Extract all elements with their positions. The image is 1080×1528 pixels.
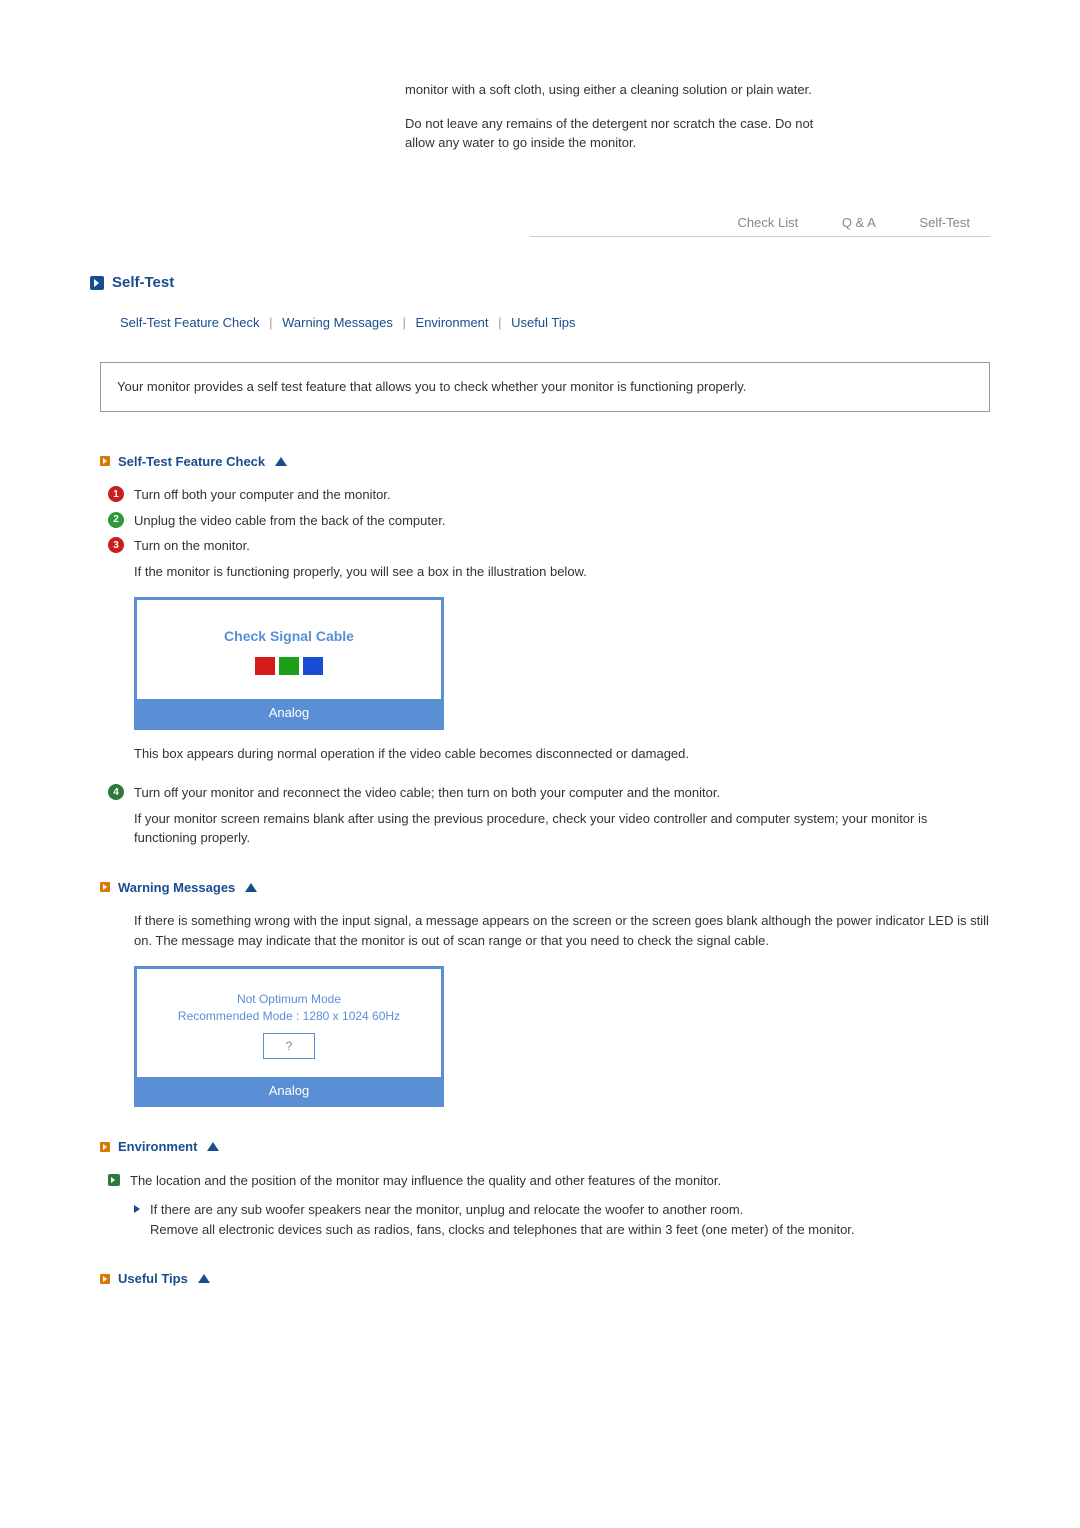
up-arrow-icon[interactable] [198, 1274, 210, 1283]
anchor-tips[interactable]: Useful Tips [511, 315, 575, 330]
subsection-environment: Environment The location and the positio… [100, 1137, 990, 1239]
subsection-self-test: Self-Test Feature Check 1 Turn off both … [100, 452, 990, 848]
optimum-q: ? [263, 1033, 316, 1059]
step-3-detail: If the monitor is functioning properly, … [134, 562, 990, 582]
tab-qa[interactable]: Q & A [822, 213, 896, 233]
env-sub-1: If there are any sub woofer speakers nea… [150, 1200, 990, 1239]
up-arrow-icon[interactable] [275, 457, 287, 466]
step-1-text: Turn off both your computer and the moni… [134, 485, 990, 505]
green-bullet-icon [108, 1174, 120, 1186]
step-2-icon: 2 [108, 512, 124, 528]
bullet-icon [100, 456, 110, 466]
optimum-line1: Not Optimum Mode [153, 991, 425, 1008]
tips-title: Useful Tips [118, 1269, 188, 1289]
step-4-icon: 4 [108, 784, 124, 800]
blue-square-icon [303, 657, 323, 675]
subsection-tips: Useful Tips [100, 1269, 990, 1289]
optimum-footer: Analog [137, 1077, 441, 1105]
tabs-underline [530, 236, 990, 237]
step-3-icon: 3 [108, 537, 124, 553]
section-title: Self-Test [112, 272, 174, 295]
red-square-icon [255, 657, 275, 675]
up-arrow-icon[interactable] [207, 1142, 219, 1151]
after-box-text: This box appears during normal operation… [134, 744, 990, 764]
bullet-icon [100, 1274, 110, 1284]
anchor-warning[interactable]: Warning Messages [282, 315, 393, 330]
subsection-warning: Warning Messages If there is something w… [100, 878, 990, 1108]
anchor-environment[interactable]: Environment [416, 315, 489, 330]
info-box: Your monitor provides a self test featur… [100, 362, 990, 412]
sub-arrow-icon [134, 1205, 140, 1213]
optimum-mode-box: Not Optimum Mode Recommended Mode : 1280… [134, 966, 444, 1107]
intro-paragraph-1: monitor with a soft cloth, using either … [405, 80, 825, 100]
anchor-links: Self-Test Feature Check | Warning Messag… [120, 313, 990, 333]
check-signal-box: Check Signal Cable Analog [134, 597, 444, 730]
intro-paragraph-2: Do not leave any remains of the detergen… [405, 114, 825, 153]
anchor-self-test[interactable]: Self-Test Feature Check [120, 315, 259, 330]
step-1-icon: 1 [108, 486, 124, 502]
step-4-text: Turn off your monitor and reconnect the … [134, 783, 990, 803]
bullet-icon [100, 1142, 110, 1152]
section-arrow-icon [90, 276, 104, 290]
green-square-icon [279, 657, 299, 675]
step-2-text: Unplug the video cable from the back of … [134, 511, 990, 531]
self-test-title: Self-Test Feature Check [118, 452, 265, 472]
step-4-detail: If your monitor screen remains blank aft… [134, 809, 990, 848]
step-3-text: Turn on the monitor. [134, 536, 990, 556]
optimum-line2: Recommended Mode : 1280 x 1024 60Hz [153, 1008, 425, 1025]
check-signal-text: Check Signal Cable [155, 626, 423, 647]
environment-title: Environment [118, 1137, 197, 1157]
tab-check-list[interactable]: Check List [718, 213, 819, 233]
bullet-icon [100, 882, 110, 892]
warning-title: Warning Messages [118, 878, 235, 898]
up-arrow-icon[interactable] [245, 883, 257, 892]
tabs-nav: Check List Q & A Self-Test [90, 213, 990, 233]
signal-footer: Analog [137, 699, 441, 727]
tab-self-test[interactable]: Self-Test [899, 213, 990, 233]
env-bullet-1: The location and the position of the mon… [130, 1171, 990, 1191]
warning-text: If there is something wrong with the inp… [134, 911, 990, 950]
